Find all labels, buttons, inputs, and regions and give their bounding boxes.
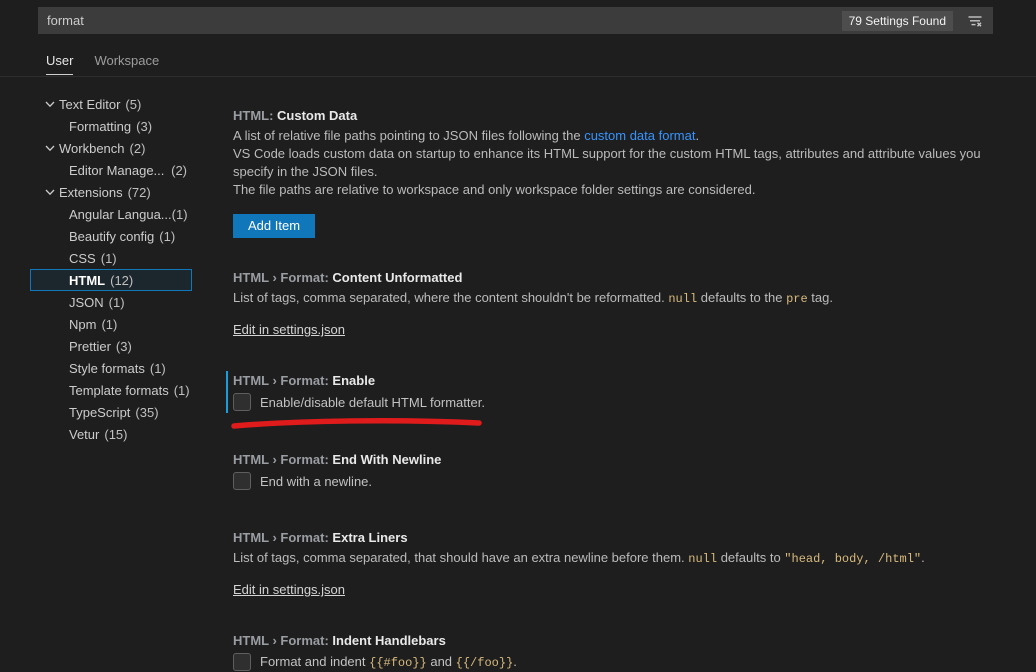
- indent-handlebars-checkbox[interactable]: [233, 653, 251, 671]
- chevron-down-icon[interactable]: [43, 141, 59, 155]
- settings-scope-tabs: User Workspace: [46, 53, 159, 75]
- setting-description: A list of relative file paths pointing t…: [233, 127, 1017, 199]
- code-span: null: [688, 552, 717, 566]
- code-span: {{/foo}}: [456, 656, 514, 670]
- tab-workspace[interactable]: Workspace: [94, 53, 159, 75]
- chevron-down-icon[interactable]: [43, 97, 59, 111]
- tree-item-beautify-config[interactable]: Beautify config (1): [30, 225, 192, 247]
- setting-title: HTML › Format: Content Unformatted: [233, 269, 1017, 287]
- setting-format-enable: HTML › Format: Enable Enable/disable def…: [233, 372, 1017, 412]
- custom-data-format-link[interactable]: custom data format: [584, 128, 695, 143]
- setting-format-indent-handlebars: HTML › Format: Indent Handlebars Format …: [233, 632, 1017, 672]
- tree-item-extensions[interactable]: Extensions (72): [30, 181, 192, 203]
- tree-item-text-editor[interactable]: Text Editor (5): [30, 93, 192, 115]
- setting-description: List of tags, comma separated, where the…: [233, 289, 1017, 308]
- tree-item-prettier[interactable]: Prettier (3): [30, 335, 192, 357]
- setting-title: HTML: Custom Data: [233, 107, 1017, 125]
- setting-format-content-unformatted: HTML › Format: Content Unformatted List …: [233, 269, 1017, 339]
- edit-in-settings-json-link[interactable]: Edit in settings.json: [233, 321, 345, 339]
- tree-item-typescript[interactable]: TypeScript (35): [30, 401, 192, 423]
- settings-search-bar[interactable]: format 79 Settings Found: [38, 7, 993, 34]
- setting-title: HTML › Format: Indent Handlebars: [233, 632, 1017, 650]
- settings-list: HTML: Custom Data A list of relative fil…: [233, 77, 1017, 672]
- chevron-down-icon[interactable]: [43, 185, 59, 199]
- tree-item-template-formats[interactable]: Template formats (1): [30, 379, 192, 401]
- setting-format-end-with-newline: HTML › Format: End With Newline End with…: [233, 451, 1017, 491]
- setting-format-extra-liners: HTML › Format: Extra Liners List of tags…: [233, 529, 1017, 599]
- setting-checkbox-row: Format and indent {{#foo}} and {{/foo}}.: [233, 652, 1017, 672]
- red-underline-annotation: [229, 416, 485, 432]
- tree-item-style-formats[interactable]: Style formats (1): [30, 357, 192, 379]
- end-with-newline-checkbox[interactable]: [233, 472, 251, 490]
- add-item-button[interactable]: Add Item: [233, 214, 315, 238]
- code-span: {{#foo}}: [369, 656, 427, 670]
- tree-item-formatting[interactable]: Formatting (3): [30, 115, 192, 137]
- setting-description: List of tags, comma separated, that shou…: [233, 549, 1017, 568]
- search-input[interactable]: format: [47, 13, 842, 28]
- tree-item-angular-language[interactable]: Angular Langua... (1): [30, 203, 192, 225]
- settings-tree: Text Editor (5) Formatting (3) Workbench…: [30, 93, 192, 445]
- tree-item-css[interactable]: CSS (1): [30, 247, 192, 269]
- tab-user[interactable]: User: [46, 53, 73, 75]
- tree-item-html[interactable]: HTML (12): [30, 269, 192, 291]
- setting-html-custom-data: HTML: Custom Data A list of relative fil…: [233, 107, 1017, 238]
- tree-item-editor-management[interactable]: Editor Manage... (2): [30, 159, 192, 181]
- code-span: "head, body, /html": [784, 552, 921, 566]
- tree-item-json[interactable]: JSON (1): [30, 291, 192, 313]
- settings-count-badge: 79 Settings Found: [842, 11, 953, 31]
- tree-item-npm[interactable]: Npm (1): [30, 313, 192, 335]
- tree-item-workbench[interactable]: Workbench (2): [30, 137, 192, 159]
- setting-title: HTML › Format: End With Newline: [233, 451, 1017, 469]
- tree-item-vetur[interactable]: Vetur (15): [30, 423, 192, 445]
- code-span: pre: [786, 292, 808, 306]
- edit-in-settings-json-link[interactable]: Edit in settings.json: [233, 581, 345, 599]
- code-span: null: [668, 292, 697, 306]
- list-filter-icon: [967, 13, 983, 29]
- setting-title: HTML › Format: Extra Liners: [233, 529, 1017, 547]
- filter-settings-button[interactable]: [965, 11, 985, 31]
- enable-checkbox[interactable]: [233, 393, 251, 411]
- setting-checkbox-row: End with a newline.: [233, 471, 1017, 491]
- setting-title: HTML › Format: Enable: [233, 372, 1017, 390]
- setting-checkbox-row: Enable/disable default HTML formatter.: [233, 392, 1017, 412]
